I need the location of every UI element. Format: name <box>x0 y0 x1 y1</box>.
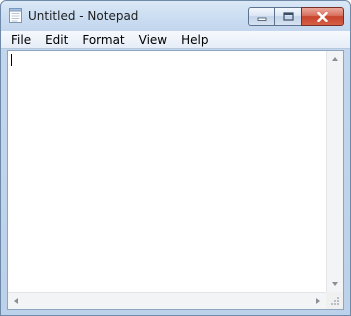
caption-buttons <box>248 7 344 26</box>
window-title: Untitled - Notepad <box>28 9 139 23</box>
horizontal-scrollbar[interactable] <box>8 292 326 309</box>
arrow-right-icon[interactable] <box>316 298 320 304</box>
text-editor-area[interactable] <box>8 51 326 292</box>
minimize-button[interactable] <box>248 7 274 26</box>
maximize-icon <box>282 12 294 21</box>
resize-grip-icon <box>331 297 339 305</box>
minimize-icon <box>257 17 266 21</box>
menu-view[interactable]: View <box>133 31 175 49</box>
editor-container <box>7 50 344 310</box>
notepad-window: Untitled - Notepad File Edit Format View… <box>0 0 351 316</box>
menu-file[interactable]: File <box>5 31 39 49</box>
notepad-icon[interactable] <box>9 7 22 23</box>
close-icon <box>317 11 328 22</box>
vertical-scrollbar[interactable] <box>326 51 343 292</box>
arrow-up-icon[interactable] <box>332 57 338 61</box>
arrow-left-icon[interactable] <box>14 298 18 304</box>
menu-help[interactable]: Help <box>175 31 216 49</box>
menu-format[interactable]: Format <box>76 31 132 49</box>
menu-edit[interactable]: Edit <box>39 31 76 49</box>
maximize-button[interactable] <box>274 7 301 26</box>
text-caret <box>11 54 12 66</box>
menu-bar: File Edit Format View Help <box>1 31 350 49</box>
arrow-down-icon[interactable] <box>332 282 338 286</box>
title-bar[interactable]: Untitled - Notepad <box>1 1 350 31</box>
size-grip[interactable] <box>326 292 343 309</box>
close-button[interactable] <box>301 7 344 26</box>
